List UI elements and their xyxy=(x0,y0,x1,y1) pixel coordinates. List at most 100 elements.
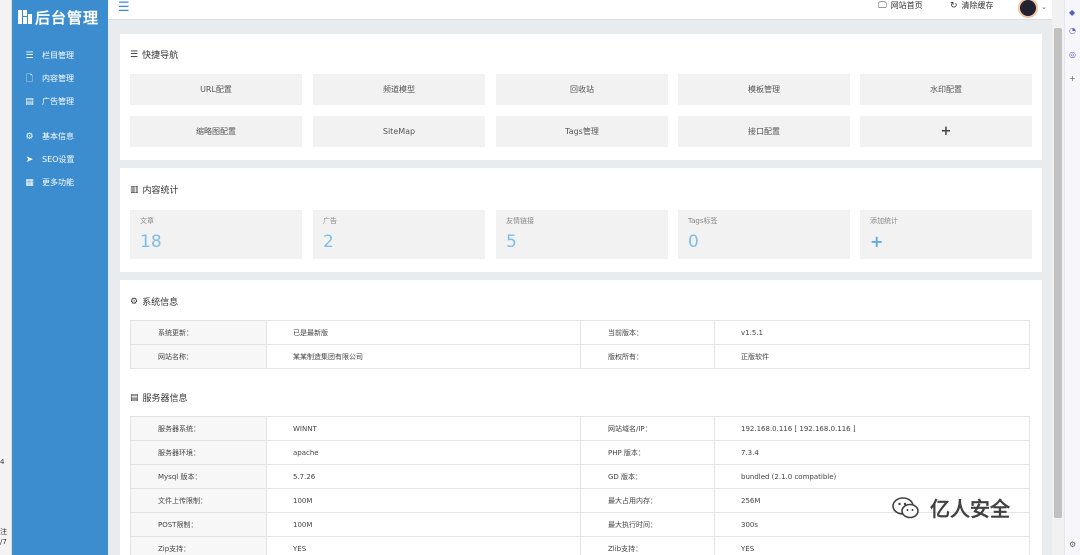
system-info-title: ⚙ 系统信息 xyxy=(130,295,178,309)
server-info-title: ▤ 服务器信息 xyxy=(130,391,188,405)
quick-btn-template[interactable]: 模板管理 xyxy=(678,74,850,105)
table-key: POST限制： xyxy=(130,512,267,537)
left-strip-text: 4 xyxy=(0,458,5,466)
logo-text: 后台管理 xyxy=(35,8,100,27)
sidebar-nav: ☰ 栏目管理 🗋 内容管理 ▤ 广告管理 ⚙ 基本信息 ➤ SEO设置 ▦ 更多… xyxy=(12,44,108,194)
table-value: v1.5.1 xyxy=(714,320,1030,345)
sidebar: 后台管理 ☰ 栏目管理 🗋 内容管理 ▤ 广告管理 ⚙ 基本信息 ➤ SEO设置… xyxy=(12,0,108,555)
grid-icon: ▦ xyxy=(25,177,34,188)
table-value: 正版软件 xyxy=(714,344,1030,369)
stat-label: 友情链接 xyxy=(506,217,534,225)
quick-btn-thumbnail[interactable]: 缩略图配置 xyxy=(130,116,302,147)
left-strip-text: 注 xyxy=(0,528,7,536)
paper-plane-icon: ➤ xyxy=(25,154,34,165)
bar-chart-icon: ▥ xyxy=(130,184,139,195)
sidebar-item-more[interactable]: ▦ 更多功能 xyxy=(12,171,108,194)
sidebar-item-ads[interactable]: ▤ 广告管理 xyxy=(12,90,108,113)
stats-card: ▥ 内容统计 文章 18 广告 2 友情链接 5 Tags标签 0 添加统计 + xyxy=(120,168,1042,272)
stat-label: 广告 xyxy=(323,217,337,225)
quick-btn-sitemap[interactable]: SiteMap xyxy=(313,116,485,147)
sidebar-item-label: 广告管理 xyxy=(42,97,74,106)
stat-tags[interactable]: Tags标签 0 xyxy=(678,210,850,259)
stat-label: 添加统计 xyxy=(870,217,898,225)
quick-btn-recycle-bin[interactable]: 回收站 xyxy=(496,74,668,105)
nav-group-content: ☰ 栏目管理 🗋 内容管理 ▤ 广告管理 xyxy=(12,44,108,113)
avatar[interactable] xyxy=(1018,0,1038,18)
quick-btn-channel-model[interactable]: 频道模型 xyxy=(313,74,485,105)
table-key: PHP 版本： xyxy=(580,440,715,465)
watermark-text: 亿人安全 xyxy=(930,497,1010,521)
gear-icon[interactable]: ⚙ xyxy=(1069,540,1076,549)
site-home-label: 网站首页 xyxy=(890,1,923,10)
table-row: Mysql 版本： 5.7.26 GD 版本： bundled (2.1.0 c… xyxy=(130,464,1030,489)
quick-nav-card: ☰ 快捷导航 URL配置 频道模型 回收站 模板管理 水印配置 缩略图配置 Si… xyxy=(120,34,1042,160)
table-key: 当前版本： xyxy=(580,320,715,345)
table-row: 服务器系统： WINNT 网站域名/IP： 192.168.0.116 [ 19… xyxy=(130,416,1030,441)
sidebar-item-column[interactable]: ☰ 栏目管理 xyxy=(12,44,108,67)
sidebar-item-basic-info[interactable]: ⚙ 基本信息 xyxy=(12,125,108,148)
quick-nav-title-text: 快捷导航 xyxy=(142,51,179,61)
sidebar-item-label: SEO设置 xyxy=(42,155,75,164)
gear-icon: ⚙ xyxy=(130,296,139,307)
table-value: 192.168.0.116 [ 192.168.0.116 ] xyxy=(714,416,1030,441)
table-key: 服务器系统： xyxy=(130,416,267,441)
refresh-icon: ↻ xyxy=(950,0,958,11)
stat-ads[interactable]: 广告 2 xyxy=(313,210,485,259)
quick-nav-title: ☰ 快捷导航 xyxy=(130,48,179,62)
quick-btn-tags[interactable]: Tags管理 xyxy=(496,116,668,147)
table-key: 最大执行时间： xyxy=(580,512,715,537)
quick-btn-api[interactable]: 接口配置 xyxy=(678,116,850,147)
server-info-table: 服务器系统： WINNT 网站域名/IP： 192.168.0.116 [ 19… xyxy=(130,416,1030,555)
table-key: 文件上传限制： xyxy=(130,488,267,513)
stat-value: 0 xyxy=(688,232,699,252)
stats-title-text: 内容统计 xyxy=(142,186,179,196)
menu-toggle-icon[interactable]: ☰ xyxy=(118,1,132,16)
logo-icon xyxy=(18,10,32,24)
stat-links[interactable]: 友情链接 5 xyxy=(496,210,668,259)
monitor-icon: 🖵 xyxy=(878,0,887,11)
left-window-edge: 4 注 /7 xyxy=(0,0,12,555)
table-key: Zip支持： xyxy=(130,536,267,555)
system-info-table: 系统更新： 已是最新版 当前版本： v1.5.1 网站名称： 某某制造集团有限公… xyxy=(130,320,1030,369)
swirl-icon[interactable]: ◔ xyxy=(1069,26,1076,35)
file-icon: 🗋 xyxy=(25,73,34,84)
clear-cache-label: 清除缓存 xyxy=(961,1,994,10)
table-row: 服务器环境： apache PHP 版本： 7.3.4 xyxy=(130,440,1030,465)
page-scrollbar[interactable] xyxy=(1052,0,1064,555)
scrollbar-thumb[interactable] xyxy=(1054,28,1062,518)
stats-title: ▥ 内容统计 xyxy=(130,183,179,197)
table-row: 网站名称： 某某制造集团有限公司 版权所有： 正版软件 xyxy=(130,344,1030,369)
app-logo[interactable]: 后台管理 xyxy=(12,0,108,34)
table-value: 已是最新版 xyxy=(266,320,581,345)
list-icon: ☰ xyxy=(25,50,34,61)
site-home-link[interactable]: 🖵 网站首页 xyxy=(878,0,923,11)
table-value: 7.3.4 xyxy=(714,440,1030,465)
sidebar-item-label: 内容管理 xyxy=(42,74,74,83)
table-key: 系统更新： xyxy=(130,320,267,345)
table-value: YES xyxy=(266,536,581,555)
stat-value: 2 xyxy=(323,232,334,252)
stat-value: 5 xyxy=(506,232,517,252)
table-key: GD 版本： xyxy=(580,464,715,489)
table-value: 某某制造集团有限公司 xyxy=(266,344,581,369)
add-icon[interactable]: + xyxy=(1069,74,1076,83)
table-value: YES xyxy=(714,536,1030,555)
sidebar-item-seo[interactable]: ➤ SEO设置 xyxy=(12,148,108,171)
list-icon: ☰ xyxy=(130,49,139,60)
document-icon: ▤ xyxy=(25,96,34,107)
server-info-title-text: 服务器信息 xyxy=(142,394,188,404)
clear-cache-button[interactable]: ↻ 清除缓存 xyxy=(950,0,994,11)
quick-btn-url-config[interactable]: URL配置 xyxy=(130,74,302,105)
sidebar-item-label: 更多功能 xyxy=(42,178,74,187)
quick-btn-add[interactable]: + xyxy=(860,116,1032,147)
stat-articles[interactable]: 文章 18 xyxy=(130,210,302,259)
sidebar-item-content[interactable]: 🗋 内容管理 xyxy=(12,67,108,90)
diamond-icon[interactable]: ◆ xyxy=(1069,8,1075,17)
table-row: 系统更新： 已是最新版 当前版本： v1.5.1 xyxy=(130,320,1030,345)
watermark: 亿人安全 xyxy=(892,493,1010,522)
stat-add[interactable]: 添加统计 + xyxy=(860,210,1032,259)
chevron-down-icon[interactable]: ⌄ xyxy=(1041,3,1047,11)
quick-btn-watermark[interactable]: 水印配置 xyxy=(860,74,1032,105)
table-row: Zip支持： YES Zlib支持： YES xyxy=(130,536,1030,555)
globe-icon[interactable]: ◎ xyxy=(1069,50,1076,59)
